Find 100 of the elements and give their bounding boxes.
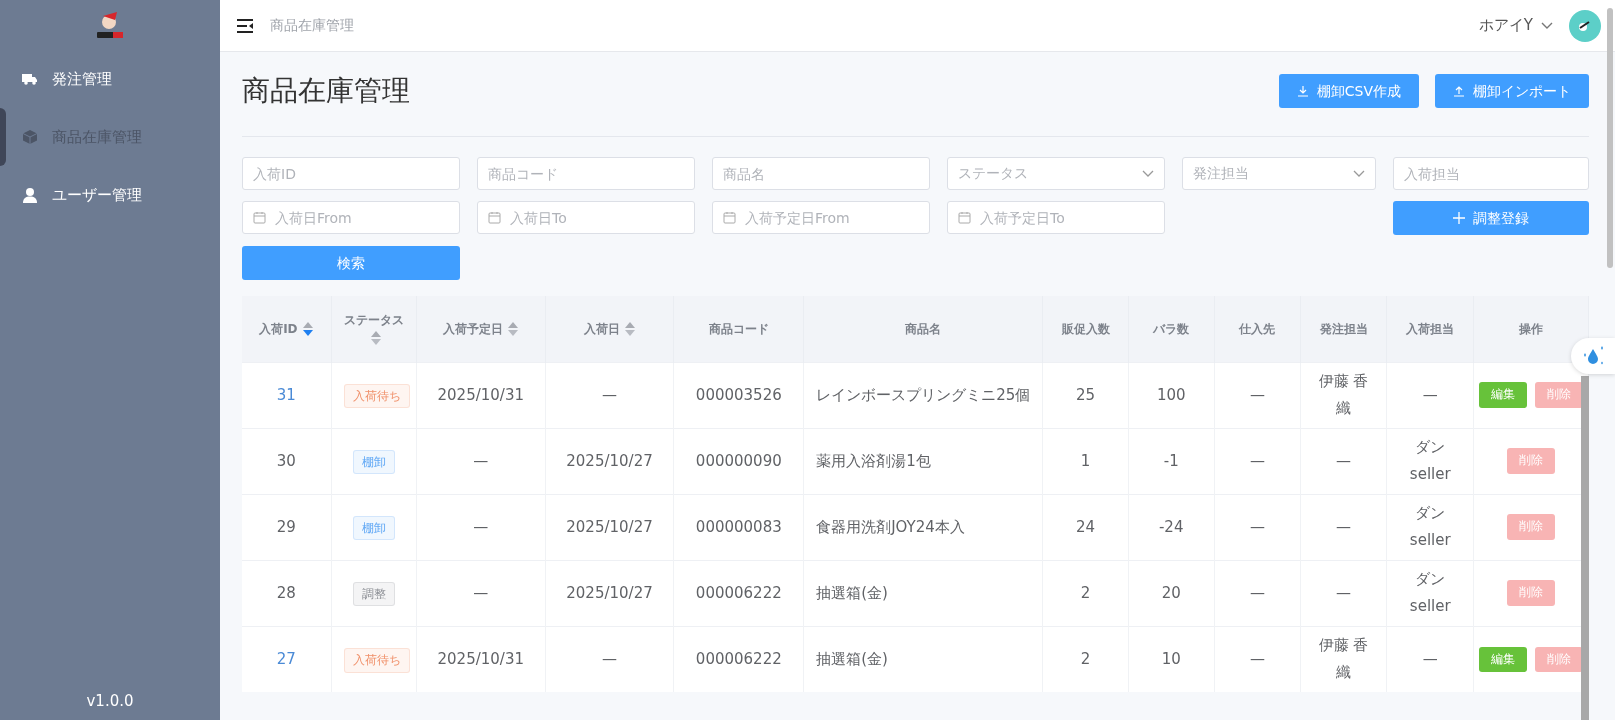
table-cell: 100	[1156, 385, 1186, 404]
table-cell: 2025/10/27	[566, 451, 653, 470]
table-cell: 000006222	[695, 583, 782, 602]
sidebar-item[interactable]: 発注管理	[0, 50, 220, 108]
table-cell: 1	[1080, 451, 1091, 470]
column-header: 商品名	[803, 296, 1043, 362]
chevron-down-icon	[1353, 169, 1365, 178]
select-field[interactable]: ステータス	[947, 157, 1165, 190]
table-cell: 抽選箱(金)	[816, 649, 888, 668]
table-cell: 000000083	[695, 517, 782, 536]
column-header: 販促入数	[1042, 296, 1129, 362]
date-field[interactable]: 入荷日To	[477, 201, 695, 234]
download-icon	[1296, 85, 1309, 97]
truck-icon	[22, 73, 38, 85]
table-cell: —	[1249, 451, 1265, 470]
column-header: 仕入先	[1214, 296, 1301, 362]
chevron-down-icon	[1142, 169, 1154, 178]
table-cell: —	[1422, 649, 1438, 668]
table-cell: 000003526	[695, 385, 782, 404]
upload-icon	[1453, 85, 1465, 97]
floating-button[interactable]	[1571, 338, 1615, 374]
text-field[interactable]: 入荷ID	[242, 157, 460, 190]
column-header[interactable]: ステータス	[331, 296, 417, 362]
table-cell: -1	[1163, 451, 1179, 470]
status-tag: 調整	[352, 581, 395, 607]
edit-button[interactable]: 編集	[1479, 382, 1528, 408]
table-cell: レインボースプリングミニ25個	[816, 385, 1031, 404]
calendar-icon	[253, 211, 266, 224]
status-tag: 入荷待ち	[343, 647, 410, 673]
column-header[interactable]: 入荷予定日	[416, 296, 546, 362]
table-cell: ダン seller	[1409, 438, 1451, 483]
table-cell: —	[473, 517, 489, 536]
add-button[interactable]: 調整登録	[1393, 201, 1589, 235]
menu-icon[interactable]	[236, 18, 254, 33]
date-field[interactable]: 入荷日From	[242, 201, 460, 234]
table-cell: —	[1422, 385, 1438, 404]
table-cell: —	[1249, 583, 1265, 602]
table-cell: 2025/10/27	[566, 517, 653, 536]
user-name[interactable]: ホアイY	[1478, 14, 1533, 37]
table-cell: 2025/10/31	[437, 649, 524, 668]
date-field[interactable]: 入荷予定日To	[947, 201, 1165, 234]
table-cell: 2	[1080, 583, 1091, 602]
table-cell: 30	[276, 451, 296, 470]
table-cell: ダン seller	[1409, 504, 1451, 549]
id-link[interactable]: 27	[276, 649, 296, 668]
cube-icon	[22, 129, 38, 145]
sidebar-item[interactable]: ユーザー管理	[0, 166, 220, 224]
table-cell: —	[473, 451, 489, 470]
date-field[interactable]: 入荷予定日From	[712, 201, 930, 234]
select-field[interactable]: 発注担当	[1182, 157, 1376, 190]
delete-button[interactable]: 削除	[1535, 646, 1584, 672]
text-field[interactable]: 商品名	[712, 157, 930, 190]
table-cell: 2025/10/31	[437, 385, 524, 404]
text-field[interactable]: 商品コード	[477, 157, 695, 190]
column-header[interactable]: 入荷日	[545, 296, 674, 362]
delete-button[interactable]: 削除	[1507, 448, 1556, 474]
calendar-icon	[723, 211, 736, 224]
table-cell: —	[1249, 517, 1265, 536]
id-link[interactable]: 31	[276, 385, 296, 404]
table-cell: —	[1249, 649, 1265, 668]
column-header: 操作	[1473, 296, 1589, 362]
table-cell: -24	[1158, 517, 1184, 536]
status-tag: 棚卸	[352, 515, 395, 541]
text-field[interactable]: 入荷担当	[1393, 157, 1589, 190]
table-cell: —	[473, 583, 489, 602]
table-cell: 伊藤 香織	[1318, 372, 1369, 417]
table-cell: 000000090	[695, 451, 782, 470]
action-button[interactable]: 棚卸インポート	[1435, 74, 1589, 108]
table-cell: —	[1336, 451, 1352, 470]
version-label: v1.0.0	[85, 690, 135, 712]
table-cell: 20	[1161, 583, 1181, 602]
column-header[interactable]: 入荷ID	[242, 296, 332, 362]
status-tag: 棚卸	[352, 449, 395, 475]
table-cell: 28	[276, 583, 296, 602]
table-cell: —	[1336, 517, 1352, 536]
search-button[interactable]: 検索	[242, 246, 460, 280]
table-cell: 2	[1080, 649, 1091, 668]
table-cell: ダン seller	[1409, 570, 1451, 615]
table-cell: 25	[1076, 385, 1096, 404]
edit-button[interactable]: 編集	[1479, 646, 1528, 672]
table-cell: 食器用洗剤JOY24本入	[816, 517, 965, 536]
user-avatar[interactable]	[1569, 9, 1601, 42]
table-cell: —	[602, 649, 617, 668]
table-cell: 29	[276, 517, 296, 536]
scrollbar[interactable]	[1607, 8, 1613, 268]
table-cell: 000006222	[695, 649, 782, 668]
table-cell: —	[1336, 583, 1352, 602]
action-button[interactable]: 棚卸CSV作成	[1278, 74, 1419, 108]
delete-button[interactable]: 削除	[1507, 514, 1556, 540]
column-header: バラ数	[1128, 296, 1215, 362]
table-cell: 抽選箱(金)	[816, 583, 888, 602]
chevron-down-icon[interactable]	[1541, 21, 1553, 30]
column-header: 発注担当	[1300, 296, 1387, 362]
calendar-icon	[488, 211, 501, 224]
page-title: 商品在庫管理	[242, 74, 410, 108]
breadcrumb: 商品在庫管理	[270, 16, 354, 35]
column-header: 入荷担当	[1386, 296, 1474, 362]
delete-button[interactable]: 削除	[1507, 580, 1556, 606]
plus-icon	[1453, 212, 1465, 224]
delete-button[interactable]: 削除	[1535, 382, 1584, 408]
